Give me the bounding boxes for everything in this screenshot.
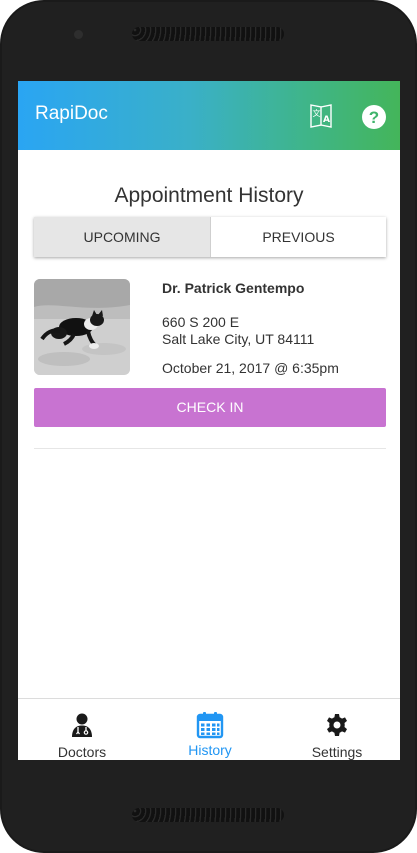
page-title: Appointment History — [114, 184, 304, 207]
app-title: RapiDoc — [35, 103, 108, 124]
tab-upcoming[interactable]: UPCOMING — [34, 217, 210, 257]
nav-settings-label: Settings — [311, 744, 363, 760]
appointment-datetime: October 21, 2017 @ 6:35pm — [162, 360, 339, 376]
app-bar: RapiDoc 文 A ? — [18, 81, 400, 150]
translate-button[interactable]: 文 A — [308, 103, 334, 129]
nav-doctors[interactable]: Doctors — [18, 699, 146, 760]
cat-photo-image — [34, 279, 130, 375]
history-tabs: UPCOMING PREVIOUS — [34, 217, 386, 257]
bottom-navigation: Doctors History Settings — [18, 698, 400, 760]
doctor-name: Dr. Patrick Gentempo — [162, 280, 305, 296]
phone-frame: RapiDoc 文 A ? Appointment History UPCOMI… — [0, 0, 417, 853]
svg-text:A: A — [323, 115, 330, 125]
bottom-speaker — [132, 808, 284, 822]
nav-doctors-label: Doctors — [57, 744, 107, 760]
help-icon: ? — [368, 107, 380, 127]
nav-settings[interactable]: Settings — [273, 699, 400, 760]
front-camera — [74, 30, 83, 39]
translate-icon: 文 A — [310, 104, 332, 128]
doctor-photo — [34, 279, 130, 375]
gear-icon — [327, 714, 347, 736]
top-speaker — [132, 27, 284, 41]
app-screen: RapiDoc 文 A ? Appointment History UPCOMI… — [18, 81, 400, 760]
nav-history[interactable]: History — [146, 699, 274, 760]
address-line-1: 660 S 200 E — [162, 314, 240, 330]
doctor-icon — [72, 713, 92, 737]
address-line-2: Salt Lake City, UT 84111 — [162, 331, 315, 347]
tab-previous[interactable]: PREVIOUS — [210, 217, 386, 257]
list-divider — [34, 448, 386, 449]
check-in-button[interactable]: CHECK IN — [34, 388, 386, 427]
calendar-icon — [196, 712, 224, 739]
nav-history-label: History — [188, 742, 232, 758]
help-button[interactable]: ? — [362, 105, 386, 129]
svg-text:文: 文 — [313, 108, 321, 118]
